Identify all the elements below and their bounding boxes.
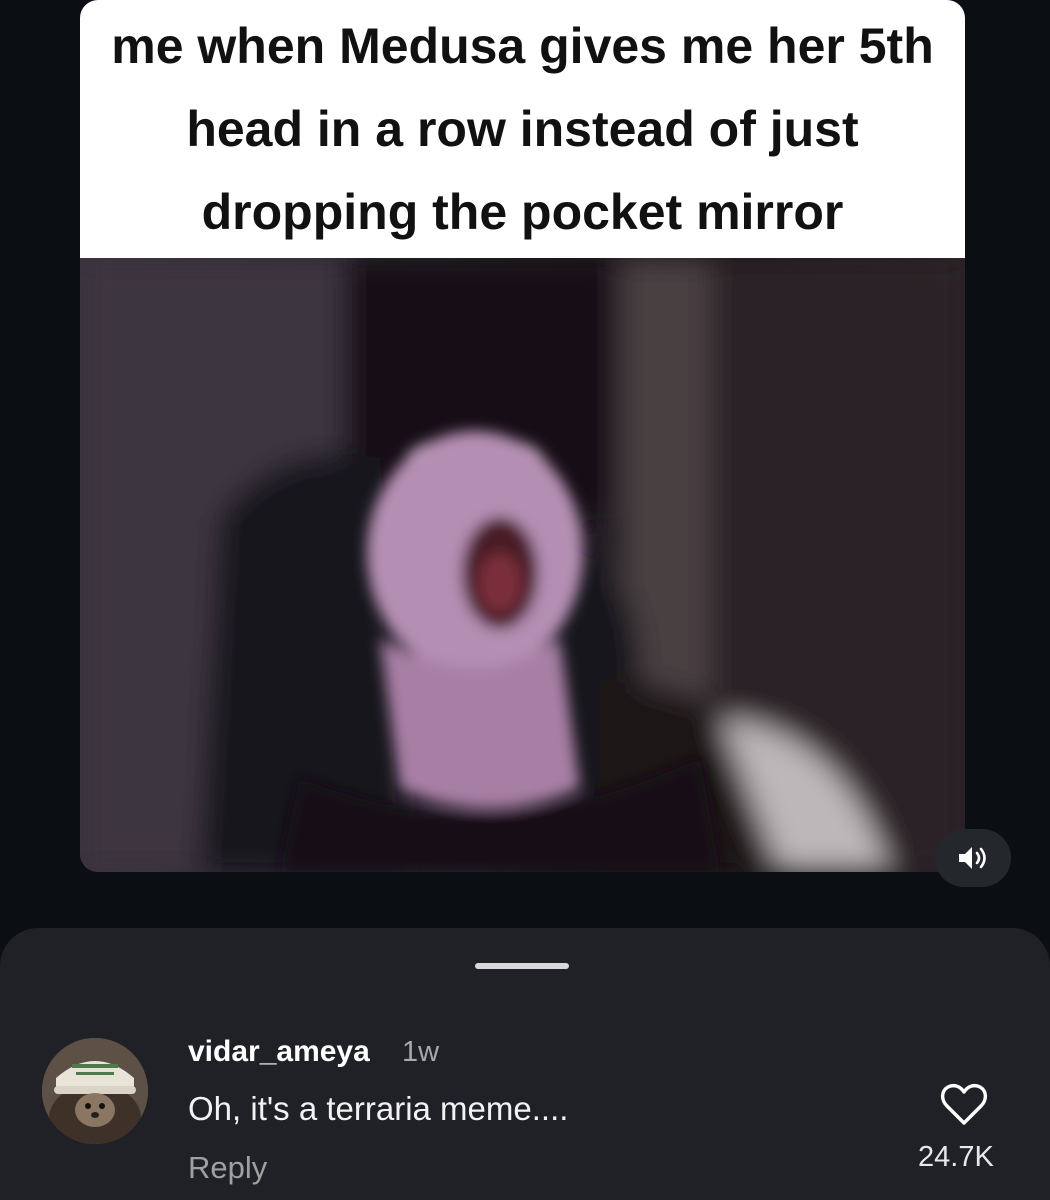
otter-avatar-image bbox=[42, 1038, 148, 1144]
comment-username[interactable]: vidar_ameya bbox=[188, 1035, 370, 1069]
caption-box: me when Medusa gives me her 5th head in … bbox=[80, 0, 965, 258]
video-frame bbox=[80, 258, 965, 872]
like-count: 24.7K bbox=[918, 1141, 994, 1173]
video-player[interactable] bbox=[80, 258, 965, 872]
speaker-icon bbox=[959, 847, 986, 869]
comments-sheet: vidar_ameya 1w Oh, it's a terraria meme.… bbox=[0, 928, 1050, 1200]
comment-timestamp: 1w bbox=[402, 1036, 440, 1068]
mute-button[interactable] bbox=[935, 829, 1011, 887]
reply-button[interactable]: Reply bbox=[188, 1150, 267, 1186]
meme-caption: me when Medusa gives me her 5th head in … bbox=[111, 17, 934, 240]
meme-post: me when Medusa gives me her 5th head in … bbox=[80, 0, 965, 872]
comment-text: Oh, it's a terraria meme.... bbox=[188, 1090, 569, 1127]
heart-outline-icon[interactable] bbox=[940, 1083, 988, 1127]
drag-handle[interactable] bbox=[475, 963, 569, 969]
avatar[interactable] bbox=[42, 1038, 148, 1144]
